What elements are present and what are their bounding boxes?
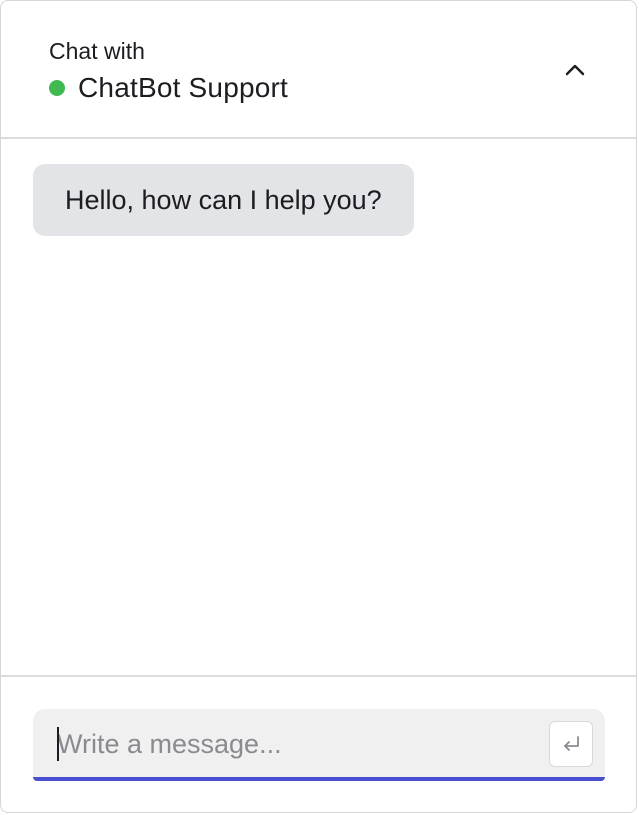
text-caret (57, 727, 59, 761)
chat-header: Chat with ChatBot Support (1, 1, 636, 139)
message-input[interactable] (55, 709, 539, 779)
message-list: Hello, how can I help you? (1, 139, 636, 675)
chevron-up-icon (565, 64, 585, 76)
bot-message-bubble: Hello, how can I help you? (33, 164, 414, 236)
send-button[interactable] (549, 721, 593, 767)
online-status-dot (49, 80, 65, 96)
collapse-button[interactable] (560, 55, 590, 85)
agent-name: ChatBot Support (78, 72, 289, 103)
agent-row: ChatBot Support (49, 71, 288, 105)
chat-footer (1, 675, 636, 812)
chat-widget: Chat with ChatBot Support Hello, how can… (0, 0, 637, 813)
enter-return-icon (564, 736, 579, 751)
chat-with-label: Chat with (49, 38, 145, 64)
message-composer (33, 709, 605, 781)
